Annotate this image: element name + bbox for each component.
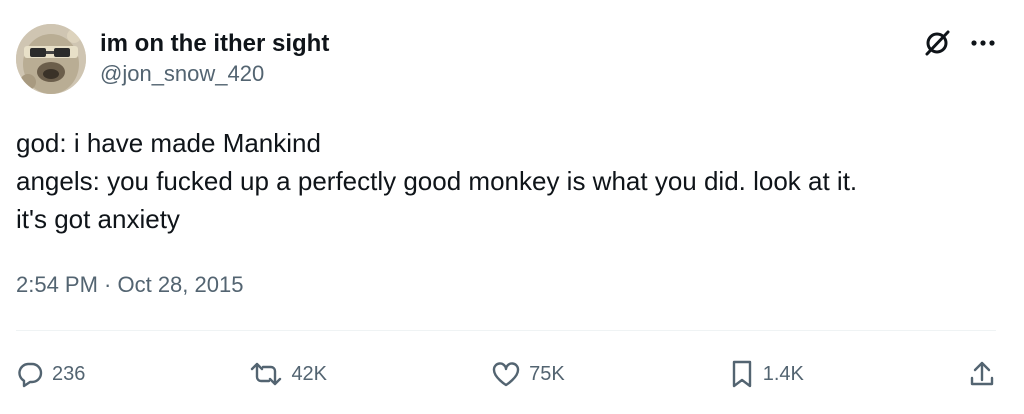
- user-names: im on the ither sight @jon_snow_420: [100, 29, 329, 89]
- tweet-line: angels: you fucked up a perfectly good m…: [16, 166, 858, 196]
- bookmark-button[interactable]: 1.4K: [729, 359, 804, 389]
- grok-icon[interactable]: [922, 28, 952, 58]
- top-right-actions: [922, 28, 996, 58]
- retweet-count: 42K: [291, 362, 328, 385]
- reply-button[interactable]: 236: [16, 360, 85, 388]
- bookmark-icon: [732, 360, 751, 388]
- tweet-text: god: i have made Mankind angels: you fuc…: [16, 124, 1006, 238]
- action-bar: 236 42K 75K 1.4K: [16, 352, 996, 396]
- divider: [16, 330, 996, 331]
- like-button[interactable]: 75K: [491, 360, 565, 388]
- avatar[interactable]: [16, 24, 86, 94]
- avatar-image-icon: [16, 24, 86, 94]
- like-count: 75K: [529, 362, 565, 385]
- tweet-card: im on the ither sight @jon_snow_420 god:…: [0, 0, 1024, 414]
- user-handle[interactable]: @jon_snow_420: [100, 59, 329, 89]
- tweet-header: im on the ither sight @jon_snow_420: [16, 24, 329, 94]
- reply-icon: [18, 362, 43, 388]
- share-icon: [970, 361, 994, 386]
- reply-count: 236: [52, 362, 86, 385]
- tweet-line: god: i have made Mankind: [16, 128, 321, 158]
- tweet-line: it's got anxiety: [16, 204, 180, 234]
- retweet-button[interactable]: 42K: [249, 360, 327, 388]
- heart-icon: [492, 362, 520, 387]
- share-button[interactable]: [968, 359, 996, 389]
- retweet-icon: [251, 362, 282, 386]
- more-icon[interactable]: [970, 38, 996, 48]
- bookmark-count: 1.4K: [762, 362, 804, 385]
- tweet-timestamp[interactable]: 2:54 PM · Oct 28, 2015: [16, 270, 243, 300]
- display-name[interactable]: im on the ither sight: [100, 29, 329, 59]
